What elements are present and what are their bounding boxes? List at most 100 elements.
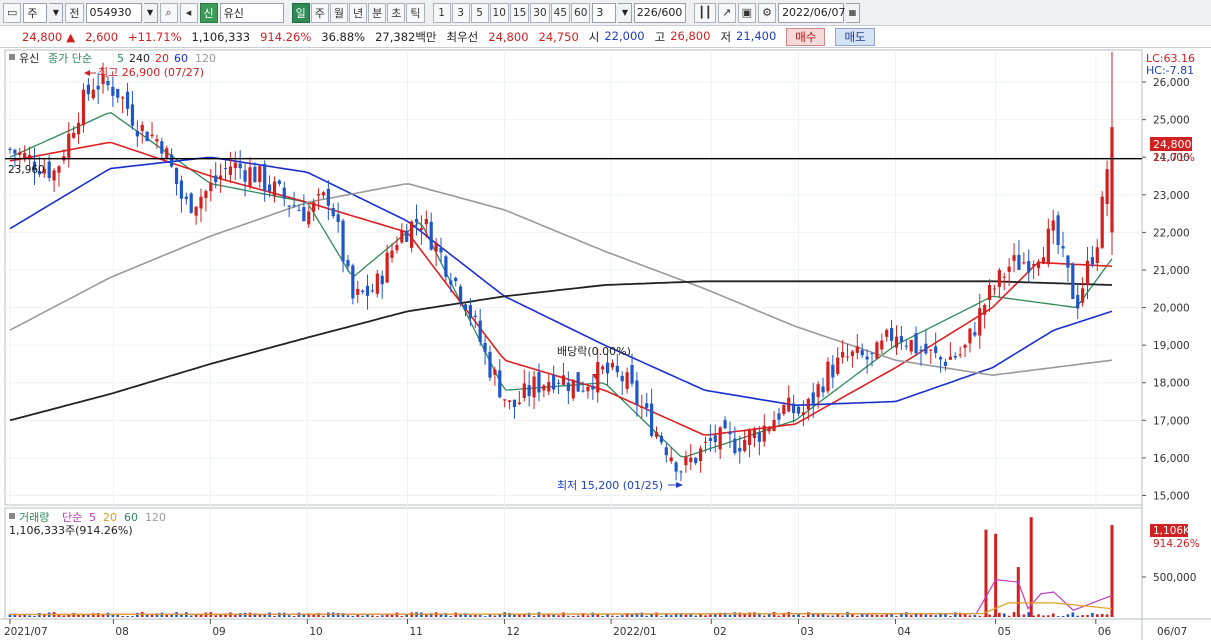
candle-body — [640, 406, 644, 408]
candle-body — [1100, 196, 1104, 248]
minute-button-1[interactable]: 1 — [432, 2, 451, 23]
tab-period-4[interactable]: 분 — [368, 2, 387, 23]
tab-period-0[interactable]: 일 — [291, 2, 310, 23]
up-arrow-icon: ▲ — [66, 29, 76, 44]
window-icon[interactable]: ▭ — [3, 2, 22, 23]
tab-period-6[interactable]: 틱 — [406, 2, 425, 23]
volume-bar — [704, 615, 707, 617]
candle-body — [816, 384, 820, 398]
minute-button-45[interactable]: 45 — [550, 2, 571, 23]
candle-body — [870, 353, 874, 355]
minute-button-3[interactable]: 3 — [451, 2, 470, 23]
chevron-down-icon[interactable]: ▼ — [49, 2, 64, 23]
type-select[interactable]: 주 — [23, 2, 48, 23]
candle-body — [552, 374, 556, 390]
candle-body — [650, 403, 654, 437]
candle-body — [341, 220, 345, 262]
candle-body — [752, 429, 757, 439]
y-tick-label: 16,000 — [1153, 453, 1190, 465]
candle-body — [503, 399, 507, 401]
candle-body — [591, 385, 595, 390]
price-volume-chart[interactable]: 15,000 16,000 17,000 18,000 19,000 20,000 21,0… — [0, 48, 1211, 640]
candle-body — [620, 375, 624, 382]
candle-body — [845, 356, 850, 358]
speaker-icon[interactable]: ◂ — [179, 2, 198, 23]
sell-button[interactable]: 매도 — [835, 27, 875, 46]
volume-bar — [194, 614, 198, 617]
x-tick-label: 12 — [506, 626, 519, 638]
search-icon[interactable]: ⌕ — [159, 2, 178, 23]
volume-bar — [371, 615, 374, 617]
minute-button-30[interactable]: 30 — [530, 2, 550, 23]
minute-button-60[interactable]: 60 — [571, 2, 591, 23]
minute-button-15[interactable]: 15 — [509, 2, 530, 23]
candle-body — [679, 471, 683, 473]
volume-bar — [802, 615, 805, 617]
volume-bar — [885, 614, 889, 617]
volume-bar — [287, 615, 291, 617]
candle-body — [1095, 247, 1099, 263]
candle-body — [1105, 169, 1109, 205]
volume-bar — [748, 612, 751, 617]
volume-bar — [77, 614, 80, 617]
minute-button-5[interactable]: 5 — [470, 2, 489, 23]
code-input[interactable]: 054930 — [85, 2, 142, 23]
front-button[interactable]: 전 — [65, 2, 84, 23]
candle-body — [380, 275, 384, 285]
tab-period-1[interactable]: 주 — [310, 2, 329, 23]
panel-stock-name: 유신 — [19, 52, 39, 65]
minute-button-10[interactable]: 10 — [489, 2, 509, 23]
candle-body — [258, 166, 262, 182]
candle-body — [997, 270, 1001, 287]
candle-body — [885, 329, 889, 337]
low-price: 21,400 — [736, 28, 777, 43]
candle-body — [713, 435, 717, 442]
candle-body — [507, 400, 512, 403]
candle-body — [282, 187, 286, 199]
volume-bar — [792, 615, 795, 617]
candle-body — [1036, 261, 1041, 269]
candle-body — [635, 380, 639, 405]
candle-body — [1002, 276, 1006, 278]
candle-body — [561, 375, 566, 385]
min-note: 최저 15,200 (01/25) — [557, 479, 663, 492]
gear-icon[interactable]: ⚙ — [758, 2, 777, 23]
tab-period-3[interactable]: 년 — [349, 2, 368, 23]
volume-bar — [655, 612, 658, 617]
volume-bar — [532, 616, 536, 617]
candle-icon[interactable]: ┃┃ — [694, 2, 716, 23]
candle-body — [801, 412, 806, 415]
candle-body — [542, 385, 546, 391]
volume-bar — [998, 612, 1001, 617]
chevron-down-icon[interactable]: ▼ — [143, 2, 158, 23]
volume-bar — [949, 615, 952, 617]
volume-bar — [189, 615, 193, 617]
volume-bar — [914, 614, 918, 617]
tab-period-2[interactable]: 월 — [329, 2, 349, 23]
candle-body — [625, 372, 629, 389]
candle-body — [762, 425, 766, 442]
candle-body — [429, 221, 433, 250]
candle-body — [219, 175, 223, 180]
open-price: 22,000 — [604, 28, 645, 43]
count-field[interactable]: 226/600 — [634, 2, 687, 23]
hc-label: HC:-7.81 — [1146, 64, 1194, 77]
calendar-icon[interactable]: ▦ — [846, 2, 861, 23]
candle-body — [601, 366, 605, 370]
draw-tools-icon[interactable]: ↗ — [717, 2, 736, 23]
buy-button[interactable]: 매수 — [786, 27, 826, 46]
save-icon[interactable]: ▣ — [737, 2, 757, 23]
candle-body — [1076, 294, 1080, 309]
tab-period-5[interactable]: 초 — [387, 2, 406, 23]
candle-body — [390, 250, 394, 258]
candle-body — [841, 352, 845, 358]
volume-bar — [366, 614, 369, 617]
candle-body — [983, 304, 987, 315]
candle-body — [796, 406, 801, 414]
interval-input[interactable]: 3 — [592, 2, 617, 23]
volume-bar — [973, 615, 977, 617]
stock-name-field[interactable]: 유신 — [219, 2, 284, 23]
date-input[interactable]: 2022/06/07 — [778, 2, 845, 23]
volume-bar — [669, 615, 673, 617]
chevron-down-icon[interactable]: ▼ — [618, 2, 633, 23]
